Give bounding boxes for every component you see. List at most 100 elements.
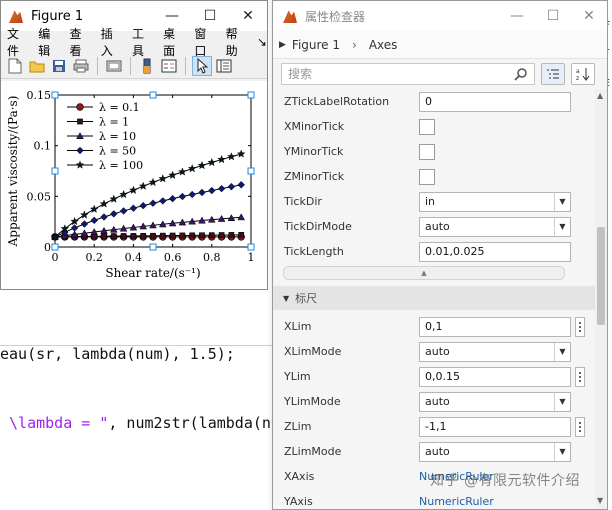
property-row-zlim: ZLim -1,1	[273, 414, 595, 439]
svg-text:a: a	[576, 68, 580, 75]
menu-item[interactable]: ↘	[257, 35, 267, 49]
property-dropdown[interactable]: auto ▼	[419, 391, 571, 412]
property-value-field[interactable]: 0,0.15	[419, 366, 571, 387]
y-tick-label: 0	[44, 241, 51, 254]
new-file-icon[interactable]	[5, 56, 25, 76]
property-row-tickdirmode: TickDirMode auto ▼	[273, 214, 595, 239]
save-icon[interactable]	[49, 56, 69, 76]
selection-handle	[51, 167, 59, 175]
menu-item[interactable]: 查看	[69, 25, 91, 59]
selection-handle	[247, 167, 255, 175]
data-point	[159, 232, 166, 239]
menu-item[interactable]: 工具	[132, 25, 154, 59]
x-tick-label: 0.2	[85, 251, 103, 264]
breadcrumb: ▶ Figure 1 › Axes	[273, 31, 607, 59]
chevron-down-icon[interactable]: ▼	[554, 217, 570, 236]
menu-item[interactable]: 窗口	[194, 25, 216, 59]
property-checkbox[interactable]	[419, 118, 435, 135]
inspector-scrollbar[interactable]: ▲ ▼	[595, 89, 607, 509]
print-preview-icon[interactable]	[104, 56, 124, 76]
colorbar-icon[interactable]	[137, 56, 157, 76]
property-row-zminortick: ZMinorTick	[273, 164, 595, 189]
print-icon[interactable]	[71, 56, 91, 76]
property-checkbox[interactable]	[419, 168, 435, 185]
property-value-field[interactable]: 0	[419, 91, 571, 112]
legend-entry: λ = 100	[99, 159, 143, 172]
x-tick-label: 0.4	[125, 251, 143, 264]
scrollbar-thumb[interactable]	[597, 227, 605, 325]
chevron-down-icon[interactable]: ▼	[554, 342, 570, 361]
search-icon[interactable]	[514, 67, 528, 84]
property-link[interactable]: NumericRuler	[419, 495, 494, 508]
maximize-icon[interactable]: ☐	[535, 1, 571, 31]
group-view-icon[interactable]	[541, 63, 565, 85]
more-options-icon[interactable]	[575, 366, 585, 387]
data-point	[179, 232, 186, 239]
minimize-icon[interactable]: —	[499, 1, 535, 31]
search-row: az	[273, 59, 607, 89]
breadcrumb-axes[interactable]: Axes	[369, 38, 398, 52]
menu-item[interactable]: 帮助	[226, 25, 248, 59]
chevron-down-icon[interactable]: ▼	[554, 192, 570, 211]
dropdown-value: in	[425, 195, 436, 208]
chevron-right-icon: ›	[352, 37, 357, 52]
close-icon[interactable]: ✕	[571, 1, 607, 31]
menu-item[interactable]: 桌面	[163, 25, 185, 59]
open-folder-icon[interactable]	[27, 56, 47, 76]
property-row-xlimmode: XLimMode auto ▼	[273, 339, 595, 364]
menu-item[interactable]: 文件	[7, 25, 29, 59]
chart-svg[interactable]: 0 0.2 0.4 0.6 0.8 1 0 0.05 0.1 0.15 Shear rate/(s⁻…	[1, 81, 267, 289]
chevron-down-icon[interactable]: ▼	[554, 392, 570, 411]
property-inspector-window: 属性检查器 — ☐ ✕ ▶ Figure 1 › Axes az ZTickLa…	[272, 0, 608, 510]
property-dropdown[interactable]: auto ▼	[419, 341, 571, 362]
property-value-field[interactable]: 0.01,0.025	[419, 241, 571, 262]
property-row-ylimmode: YLimMode auto ▼	[273, 389, 595, 414]
selection-handle	[149, 243, 157, 251]
search-input[interactable]	[288, 67, 508, 81]
svg-text:z: z	[576, 75, 579, 81]
code-area[interactable]: eau(sr, lambda(num), 1.5); \lambda = ", …	[0, 297, 307, 481]
property-label: YLimMode	[284, 395, 341, 408]
property-value-field[interactable]: 0,1	[419, 316, 571, 337]
legend-entry: λ = 1	[99, 116, 129, 129]
inspector-titlebar[interactable]: 属性检查器 — ☐ ✕	[273, 1, 607, 31]
x-tick-label: 1	[248, 251, 255, 264]
caret-right-icon[interactable]: ▶	[279, 40, 286, 50]
sort-alpha-icon[interactable]: az	[571, 63, 595, 85]
chevron-down-icon[interactable]: ▼	[554, 442, 570, 461]
property-checkbox[interactable]	[419, 143, 435, 160]
more-options-icon[interactable]	[575, 416, 585, 437]
legend-entry: λ = 50	[99, 145, 136, 158]
property-label: YLim	[284, 370, 311, 383]
section-header-rulers[interactable]: ▼ 标尺	[273, 286, 595, 310]
scroll-down-icon[interactable]: ▼	[597, 496, 603, 505]
more-options-icon[interactable]	[575, 316, 585, 337]
section-label: 标尺	[295, 292, 318, 305]
data-point	[150, 232, 156, 239]
property-editor-icon[interactable]	[214, 56, 234, 76]
property-dropdown[interactable]: auto ▼	[419, 216, 571, 237]
property-dropdown[interactable]: auto ▼	[419, 441, 571, 462]
property-value-field[interactable]: -1,1	[419, 416, 571, 437]
property-label: YAxis	[284, 495, 313, 508]
pointer-edit-icon[interactable]	[192, 55, 212, 76]
editor-divider	[0, 345, 272, 346]
breadcrumb-figure[interactable]: Figure 1	[292, 38, 340, 52]
data-point	[218, 232, 225, 238]
data-point	[169, 232, 176, 239]
y-tick-label: 0.15	[27, 89, 52, 102]
toolbar-separator	[97, 56, 98, 75]
property-label: XAxis	[284, 470, 315, 483]
legend-icon[interactable]	[159, 56, 179, 76]
figure-window: Figure 1 — ☐ ✕ 文件 编辑 查看 插入 工具 桌面 窗口 帮助 ↘ 0 0.2 0.4…	[0, 0, 268, 290]
scroll-up-icon[interactable]: ▲	[597, 91, 603, 100]
menu-item[interactable]: 插入	[101, 25, 123, 59]
property-dropdown[interactable]: in ▼	[419, 191, 571, 212]
menu-item[interactable]: 编辑	[38, 25, 60, 59]
selection-handle	[51, 243, 59, 251]
data-point	[208, 232, 215, 238]
y-tick-label: 0.05	[27, 190, 52, 203]
collapse-section-button[interactable]: ▲	[283, 266, 565, 280]
figure-canvas[interactable]: 0 0.2 0.4 0.6 0.8 1 0 0.05 0.1 0.15 Shear rate/(s⁻…	[1, 81, 267, 289]
search-box[interactable]	[281, 63, 535, 85]
